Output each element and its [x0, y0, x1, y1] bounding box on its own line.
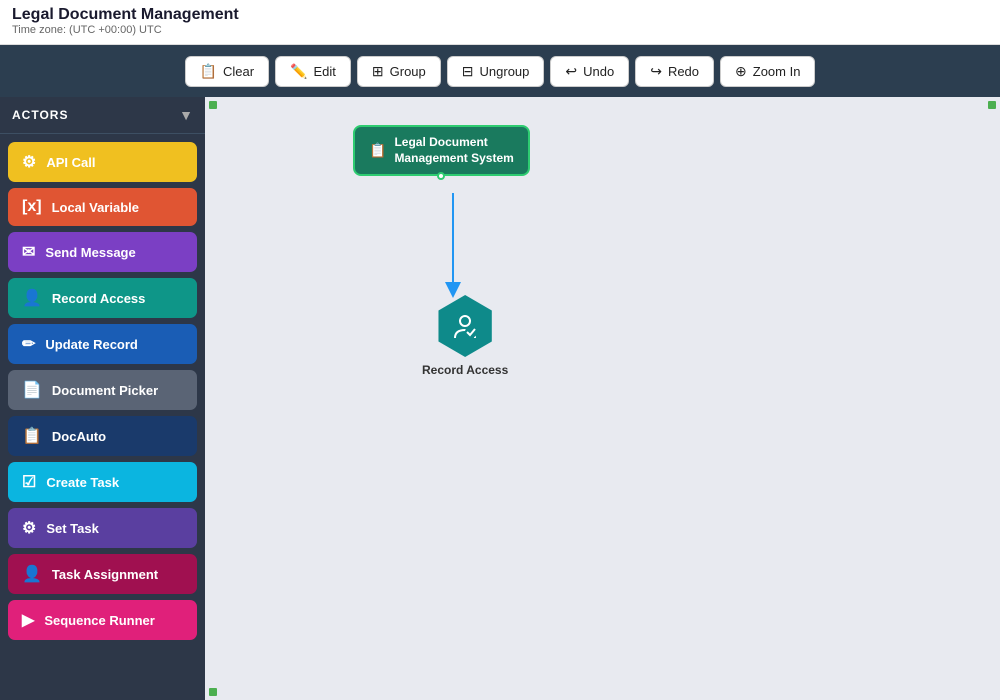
sidebar-header: ACTORS ▼	[0, 97, 205, 134]
undo-button[interactable]: ↩ Undo	[550, 56, 629, 87]
api-call-label: API Call	[46, 155, 95, 170]
clear-label: Clear	[223, 64, 254, 79]
ungroup-icon: ⊟	[462, 63, 474, 80]
record-access-hex	[434, 295, 496, 357]
clear-icon: 📋	[200, 63, 217, 80]
edit-button[interactable]: ✏️ Edit	[275, 56, 351, 87]
canvas-area[interactable]: 📋 Legal DocumentManagement System	[205, 97, 1000, 700]
api-call-icon: ⚙	[22, 152, 36, 172]
toolbar: 📋 Clear ✏️ Edit ⊞ Group ⊟ Ungroup ↩ Undo ↪ Redo ⊕ Zoo…	[0, 45, 1000, 97]
canvas-corner-dot-tl	[209, 101, 217, 109]
record-access-icon: 👤	[22, 288, 42, 308]
group-label: Group	[390, 64, 426, 79]
document-picker-icon: 📄	[22, 380, 42, 400]
docauto-label: DocAuto	[52, 429, 106, 444]
ungroup-label: Ungroup	[480, 64, 530, 79]
canvas-corner-dot-bl	[209, 688, 217, 696]
group-button[interactable]: ⊞ Group	[357, 56, 441, 87]
set-task-label: Set Task	[46, 521, 99, 536]
docauto-icon: 📋	[22, 426, 42, 446]
main-layout: ACTORS ▼ ⚙ API Call [x] Local Variable ✉ Send…	[0, 97, 1000, 700]
sidebar-item-sequence-runner[interactable]: ▶ Sequence Runner	[8, 600, 197, 640]
redo-button[interactable]: ↪ Redo	[635, 56, 714, 87]
start-node-label: Legal DocumentManagement System	[394, 135, 513, 166]
document-picker-label: Document Picker	[52, 383, 158, 398]
group-icon: ⊞	[372, 63, 384, 80]
sidebar-item-api-call[interactable]: ⚙ API Call	[8, 142, 197, 182]
sequence-runner-label: Sequence Runner	[44, 613, 155, 628]
sequence-runner-icon: ▶	[22, 610, 34, 630]
send-message-icon: ✉	[22, 242, 35, 262]
sidebar-item-docauto[interactable]: 📋 DocAuto	[8, 416, 197, 456]
start-node-icon: 📋	[369, 142, 386, 159]
undo-icon: ↩	[565, 63, 577, 80]
zoom-in-button[interactable]: ⊕ Zoom In	[720, 56, 815, 87]
send-message-label: Send Message	[45, 245, 135, 260]
undo-label: Undo	[583, 64, 614, 79]
sidebar-item-set-task[interactable]: ⚙ Set Task	[8, 508, 197, 548]
sidebar-item-create-task[interactable]: ☑ Create Task	[8, 462, 197, 502]
canvas-svg	[205, 97, 1000, 700]
app-title: Legal Document Management	[12, 6, 988, 24]
record-access-label: Record Access	[422, 363, 508, 377]
sidebar-collapse-button[interactable]: ▼	[179, 107, 193, 123]
sidebar-item-update-record[interactable]: ✏ Update Record	[8, 324, 197, 364]
task-assignment-icon: 👤	[22, 564, 42, 584]
sidebar-item-send-message[interactable]: ✉ Send Message	[8, 232, 197, 272]
local-variable-icon: [x]	[22, 198, 42, 216]
record-access-label: Record Access	[52, 291, 145, 306]
sidebar: ACTORS ▼ ⚙ API Call [x] Local Variable ✉ Send…	[0, 97, 205, 700]
local-variable-label: Local Variable	[52, 200, 139, 215]
edit-icon: ✏️	[290, 63, 307, 80]
create-task-icon: ☑	[22, 472, 36, 492]
redo-label: Redo	[668, 64, 699, 79]
start-node[interactable]: 📋 Legal DocumentManagement System	[353, 125, 530, 176]
task-assignment-label: Task Assignment	[52, 567, 158, 582]
sidebar-title: ACTORS	[12, 108, 68, 122]
clear-button[interactable]: 📋 Clear	[185, 56, 270, 87]
create-task-label: Create Task	[46, 475, 119, 490]
redo-icon: ↪	[650, 63, 662, 80]
record-access-node[interactable]: Record Access	[422, 295, 508, 377]
zoom-in-icon: ⊕	[735, 63, 747, 80]
sidebar-items-list: ⚙ API Call [x] Local Variable ✉ Send Message 👤…	[0, 134, 205, 700]
update-record-icon: ✏	[22, 334, 35, 354]
sidebar-item-record-access[interactable]: 👤 Record Access	[8, 278, 197, 318]
app-subtitle: Time zone: (UTC +00:00) UTC	[12, 24, 988, 36]
connection-dot	[437, 172, 445, 180]
app-header: Legal Document Management Time zone: (UT…	[0, 0, 1000, 45]
ungroup-button[interactable]: ⊟ Ungroup	[447, 56, 545, 87]
canvas-corner-dot-tr	[988, 101, 996, 109]
sidebar-item-document-picker[interactable]: 📄 Document Picker	[8, 370, 197, 410]
set-task-icon: ⚙	[22, 518, 36, 538]
sidebar-item-local-variable[interactable]: [x] Local Variable	[8, 188, 197, 226]
sidebar-item-task-assignment[interactable]: 👤 Task Assignment	[8, 554, 197, 594]
zoom-in-label: Zoom In	[753, 64, 801, 79]
update-record-label: Update Record	[45, 337, 137, 352]
edit-label: Edit	[314, 64, 336, 79]
